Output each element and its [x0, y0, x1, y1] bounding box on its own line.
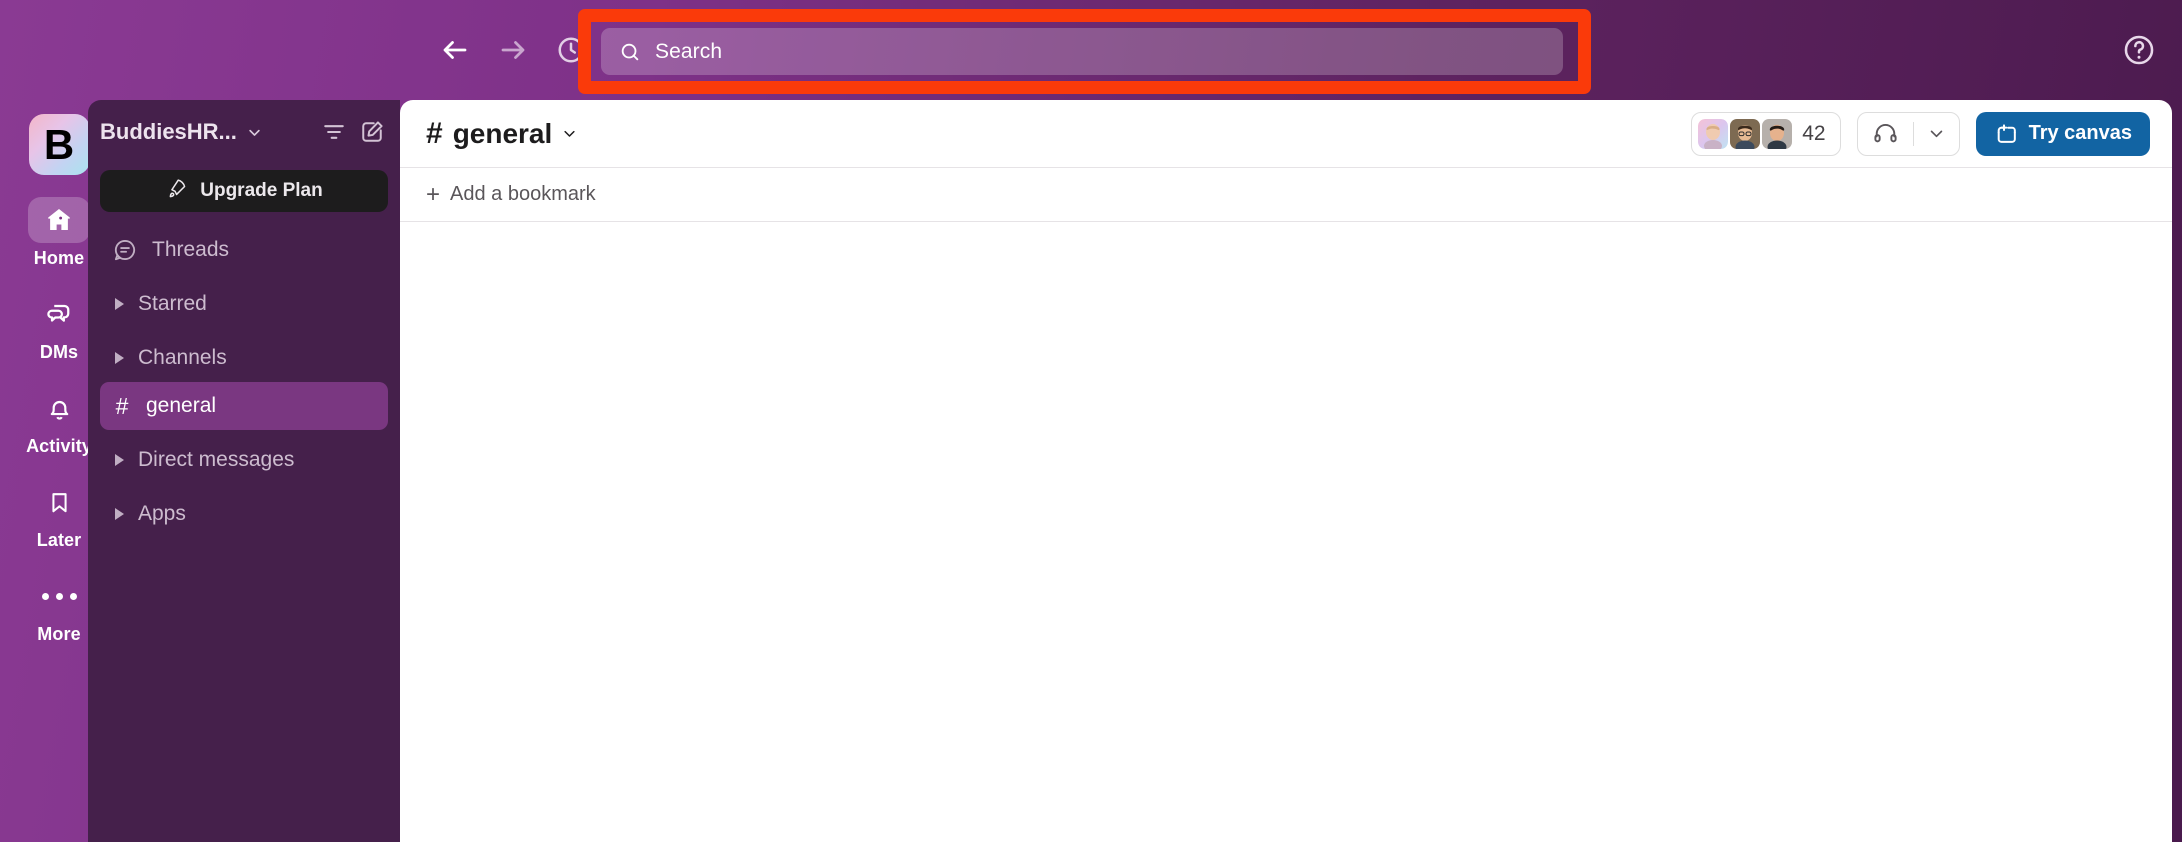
canvas-plus-icon	[1994, 121, 2019, 146]
avatar	[1698, 118, 1729, 149]
channel-header: # general 42 Try canvas	[400, 100, 2172, 168]
rail-label-later: Later	[36, 530, 82, 550]
channel-header-actions: 42 Try canvas	[1691, 111, 2150, 156]
members-button[interactable]: 42	[1691, 111, 1841, 156]
sidebar-section-apps[interactable]: Apps	[100, 490, 388, 538]
sidebar-section-starred[interactable]: Starred	[100, 280, 388, 328]
filter-icon[interactable]	[320, 118, 348, 146]
channel-name: general	[452, 117, 553, 149]
upgrade-plan-button[interactable]: Upgrade Plan	[100, 170, 388, 212]
search-icon	[619, 41, 641, 63]
try-canvas-button[interactable]: Try canvas	[1975, 111, 2150, 156]
bookmark-icon	[28, 479, 90, 525]
avatar	[1730, 118, 1761, 149]
bookmark-bar: + Add a bookmark	[400, 168, 2172, 222]
sidebar-label-starred: Starred	[138, 292, 207, 315]
chevron-down-icon[interactable]	[247, 125, 262, 140]
chevron-right-icon	[115, 454, 124, 466]
channel-title[interactable]: # general	[426, 117, 577, 151]
rail-label-more: More	[37, 624, 81, 644]
channel-panel: # general 42 Try canvas + Add a bookmark	[400, 100, 2172, 842]
sidebar-label-threads: Threads	[152, 238, 230, 261]
rail-label-home: Home	[33, 248, 85, 268]
sidebar-section-channels[interactable]: Channels	[100, 334, 388, 382]
try-canvas-label: Try canvas	[2028, 122, 2132, 144]
sidebar-item-general[interactable]: # general	[100, 382, 388, 430]
chevron-right-icon	[115, 352, 124, 364]
search-placeholder-text: Search	[655, 39, 723, 63]
sidebar-label-direct-messages: Direct messages	[138, 448, 295, 471]
member-count: 42	[1802, 121, 1826, 145]
sidebar-label-general: general	[146, 394, 217, 417]
arrow-left-icon[interactable]	[440, 35, 470, 65]
arrow-right-icon[interactable]	[498, 35, 528, 65]
threads-icon	[112, 237, 138, 263]
compose-icon[interactable]	[358, 118, 386, 146]
headphones-icon	[1858, 120, 1913, 147]
bell-icon	[28, 385, 90, 431]
search-input[interactable]: Search	[601, 28, 1563, 75]
hash-icon: #	[426, 116, 443, 150]
sidebar-label-channels: Channels	[138, 346, 227, 369]
search-bar-container: Search	[578, 13, 1586, 90]
chevron-down-icon[interactable]	[1914, 125, 1959, 142]
hash-icon: #	[115, 392, 129, 419]
dms-icon	[28, 291, 90, 337]
chevron-down-icon[interactable]	[562, 126, 577, 141]
chevron-right-icon	[115, 508, 124, 520]
top-bar: Search	[0, 0, 2182, 100]
sidebar-header: BuddiesHR...	[88, 100, 400, 164]
channel-sidebar: BuddiesHR... Upgrade Plan Threads Starre…	[88, 100, 400, 842]
rail-label-activity: Activity	[26, 436, 92, 456]
avatar	[1762, 118, 1793, 149]
rocket-icon	[165, 177, 188, 205]
add-bookmark-label: Add a bookmark	[450, 183, 596, 205]
plus-icon: +	[426, 180, 441, 208]
upgrade-plan-label: Upgrade Plan	[200, 180, 323, 201]
question-circle-icon[interactable]	[2122, 33, 2156, 67]
sidebar-section-direct-messages[interactable]: Direct messages	[100, 436, 388, 484]
avatar-stack	[1698, 118, 1793, 149]
chevron-right-icon	[115, 298, 124, 310]
sidebar-item-threads[interactable]: Threads	[100, 226, 388, 274]
ellipsis-icon	[28, 573, 90, 619]
rail-label-dms: DMs	[39, 342, 79, 362]
home-icon	[28, 197, 90, 243]
slack-app-window: Search B Home DMs Activity Later More Bu…	[0, 0, 2182, 842]
history-navigation	[440, 35, 586, 65]
add-bookmark-button[interactable]: + Add a bookmark	[426, 180, 596, 208]
huddle-button[interactable]	[1856, 111, 1960, 156]
workspace-avatar[interactable]: B	[28, 114, 90, 175]
workspace-name[interactable]: BuddiesHR...	[100, 119, 237, 145]
sidebar-label-apps: Apps	[138, 502, 186, 525]
